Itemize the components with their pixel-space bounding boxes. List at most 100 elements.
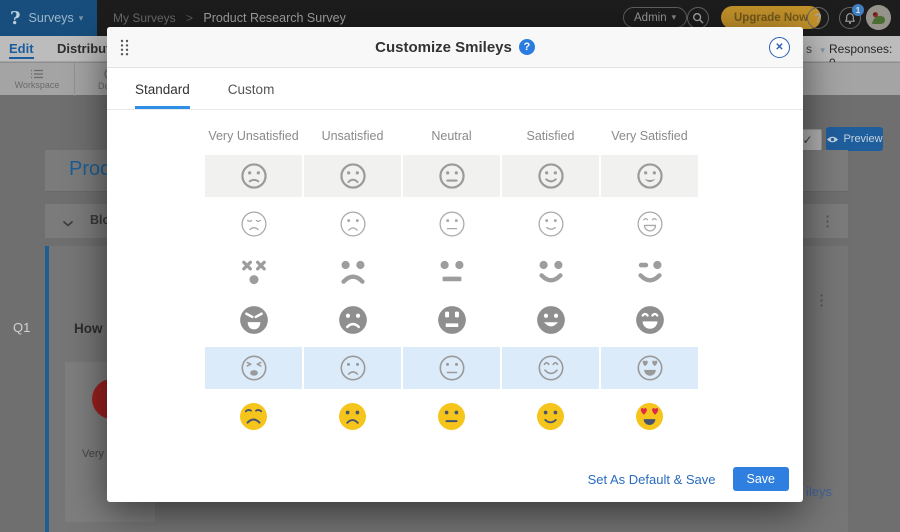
smiley-thin-outline-very-unsatisfied[interactable]	[205, 203, 302, 245]
smiley-set-sketch-outline	[205, 347, 698, 389]
smiley-solid-filled-unsatisfied[interactable]	[304, 299, 401, 341]
smiley-sketch-outline-neutral[interactable]	[403, 347, 500, 389]
question-menu-icon[interactable]: ⋮	[814, 291, 829, 309]
smiley-rows	[205, 155, 698, 437]
smiley-color-emoji-very-satisfied[interactable]	[601, 395, 698, 437]
notifications-button[interactable]: 1	[839, 7, 861, 29]
modal-header: Customize Smileys ? ✕	[107, 27, 803, 68]
bold-outline-very-unsatisfied-icon	[237, 159, 271, 193]
column-header-unsatisfied: Unsatisfied	[304, 129, 401, 143]
smiley-thin-outline-satisfied[interactable]	[502, 203, 599, 245]
workspace-button[interactable]: Workspace	[0, 63, 75, 96]
thin-outline-very-unsatisfied-icon	[236, 206, 272, 242]
minimal-shapes-satisfied-icon	[531, 252, 571, 292]
block-menu-icon[interactable]: ⋮	[820, 212, 835, 230]
avatar-image	[866, 5, 891, 30]
smiley-solid-filled-very-unsatisfied[interactable]	[205, 299, 302, 341]
color-emoji-unsatisfied-icon	[334, 398, 371, 435]
collapse-icon[interactable]	[62, 212, 74, 228]
smiley-bold-outline-very-unsatisfied[interactable]	[205, 155, 302, 197]
smiley-sketch-outline-satisfied[interactable]	[502, 347, 599, 389]
modal-title: Customize Smileys	[375, 39, 512, 56]
zoho-survey-logo-icon: ?	[10, 8, 21, 29]
smiley-minimal-shapes-very-satisfied[interactable]	[601, 251, 698, 293]
close-icon: ✕	[775, 42, 783, 53]
smiley-set-bold-outline	[205, 155, 698, 197]
column-header-very-unsatisfied: Very Unsatisfied	[205, 129, 302, 143]
thin-outline-neutral-icon	[434, 206, 470, 242]
tab-custom[interactable]: Custom	[228, 82, 275, 109]
sketch-outline-neutral-icon	[434, 350, 470, 386]
thin-outline-unsatisfied-icon	[335, 206, 371, 242]
modal-tabs: Standard Custom	[107, 68, 803, 110]
preview-button[interactable]: Preview	[826, 127, 883, 151]
bold-outline-unsatisfied-icon	[336, 159, 370, 193]
smiley-thin-outline-neutral[interactable]	[403, 203, 500, 245]
notification-badge: 1	[852, 4, 864, 16]
smiley-bold-outline-neutral[interactable]	[403, 155, 500, 197]
breadcrumb-current: Product Research Survey	[203, 11, 345, 25]
smiley-color-emoji-neutral[interactable]	[403, 395, 500, 437]
workspace-label: Workspace	[15, 80, 60, 90]
smiley-minimal-shapes-unsatisfied[interactable]	[304, 251, 401, 293]
page: ? Surveys ▾ My Surveys > Product Researc…	[0, 0, 900, 532]
solid-filled-neutral-icon	[433, 301, 471, 339]
smiley-solid-filled-very-satisfied[interactable]	[601, 299, 698, 341]
smiley-sketch-outline-very-satisfied[interactable]	[601, 347, 698, 389]
help-icon: ?	[814, 11, 821, 25]
column-header-satisfied: Satisfied	[502, 129, 599, 143]
smiley-sketch-outline-very-unsatisfied[interactable]	[205, 347, 302, 389]
set-default-save-link[interactable]: Set As Default & Save	[588, 472, 716, 487]
partial-dropdown[interactable]: s ▾	[806, 42, 825, 56]
smiley-thin-outline-unsatisfied[interactable]	[304, 203, 401, 245]
bold-outline-satisfied-icon	[534, 159, 568, 193]
breadcrumb-parent[interactable]: My Surveys	[113, 11, 176, 25]
column-header-very-satisfied: Very Satisfied	[601, 129, 698, 143]
sketch-outline-unsatisfied-icon	[335, 350, 371, 386]
column-header-neutral: Neutral	[403, 129, 500, 143]
bold-outline-very-satisfied-icon	[633, 159, 667, 193]
smiley-minimal-shapes-very-unsatisfied[interactable]	[205, 251, 302, 293]
smiley-set-solid-filled	[205, 299, 698, 341]
close-button[interactable]: ✕	[769, 37, 790, 58]
help-button[interactable]: ?	[807, 7, 829, 29]
customize-smileys-link[interactable]: ileys	[806, 484, 832, 499]
modal-footer: Set As Default & Save Save	[588, 467, 789, 491]
app-label: Surveys	[29, 11, 74, 25]
smiley-solid-filled-satisfied[interactable]	[502, 299, 599, 341]
eye-icon	[826, 135, 839, 144]
smiley-bold-outline-unsatisfied[interactable]	[304, 155, 401, 197]
avatar[interactable]	[866, 5, 891, 30]
drag-handle-icon[interactable]	[120, 39, 129, 56]
admin-menu[interactable]: Admin ▾	[623, 7, 687, 28]
smiley-minimal-shapes-satisfied[interactable]	[502, 251, 599, 293]
smiley-sketch-outline-unsatisfied[interactable]	[304, 347, 401, 389]
smiley-color-emoji-satisfied[interactable]	[502, 395, 599, 437]
sketch-outline-satisfied-icon	[533, 350, 569, 386]
smiley-solid-filled-neutral[interactable]	[403, 299, 500, 341]
admin-label: Admin	[634, 12, 667, 24]
smiley-bold-outline-satisfied[interactable]	[502, 155, 599, 197]
solid-filled-very-satisfied-icon	[631, 301, 669, 339]
solid-filled-very-unsatisfied-icon	[235, 301, 273, 339]
app-switcher[interactable]: ? Surveys ▾	[0, 0, 97, 36]
tab-standard[interactable]: Standard	[135, 82, 190, 109]
save-button[interactable]: Save	[733, 467, 790, 491]
survey-title[interactable]: Prod	[69, 158, 111, 181]
smiley-set-thin-outline	[205, 203, 698, 245]
smiley-bold-outline-very-satisfied[interactable]	[601, 155, 698, 197]
preview-label: Preview	[843, 133, 882, 145]
sketch-outline-very-unsatisfied-icon	[236, 350, 272, 386]
smiley-minimal-shapes-neutral[interactable]	[403, 251, 500, 293]
tab-edit[interactable]: Edit	[9, 41, 34, 59]
smiley-thin-outline-very-satisfied[interactable]	[601, 203, 698, 245]
smiley-color-emoji-very-unsatisfied[interactable]	[205, 395, 302, 437]
check-icon: ✓	[802, 133, 812, 147]
smiley-set-color-emoji	[205, 395, 698, 437]
smiley-color-emoji-unsatisfied[interactable]	[304, 395, 401, 437]
breadcrumb-separator-icon: >	[186, 11, 193, 25]
search-button[interactable]	[687, 7, 709, 29]
breadcrumb: My Surveys > Product Research Survey	[113, 11, 346, 25]
modal-help-icon[interactable]: ?	[519, 39, 535, 55]
color-emoji-very-satisfied-icon	[631, 398, 668, 435]
